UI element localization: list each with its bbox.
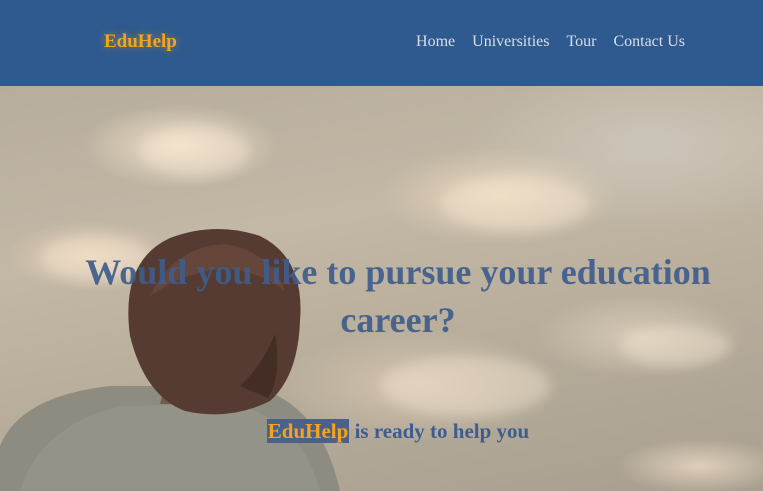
nav-link-home[interactable]: Home [416, 33, 455, 51]
nav-link-contact-us[interactable]: Contact Us [613, 33, 685, 51]
hero-heading: Would you like to pursue your education … [85, 252, 711, 340]
page: EduHelp Home Universities Tour Contact U… [0, 0, 763, 491]
nav-links: Home Universities Tour Contact Us [416, 33, 685, 51]
hero-tagline: EduHelp is ready to help you [0, 419, 763, 444]
nav-link-tour[interactable]: Tour [566, 33, 596, 51]
brand-logo-link[interactable]: EduHelp [104, 31, 177, 53]
top-navbar: EduHelp Home Universities Tour Contact U… [0, 0, 763, 86]
tagline-brand-highlight: EduHelp [266, 419, 350, 443]
hero-section: Would you like to pursue your education … [0, 86, 763, 491]
nav-link-universities[interactable]: Universities [472, 33, 549, 51]
tagline-text: is ready to help you [349, 419, 530, 443]
